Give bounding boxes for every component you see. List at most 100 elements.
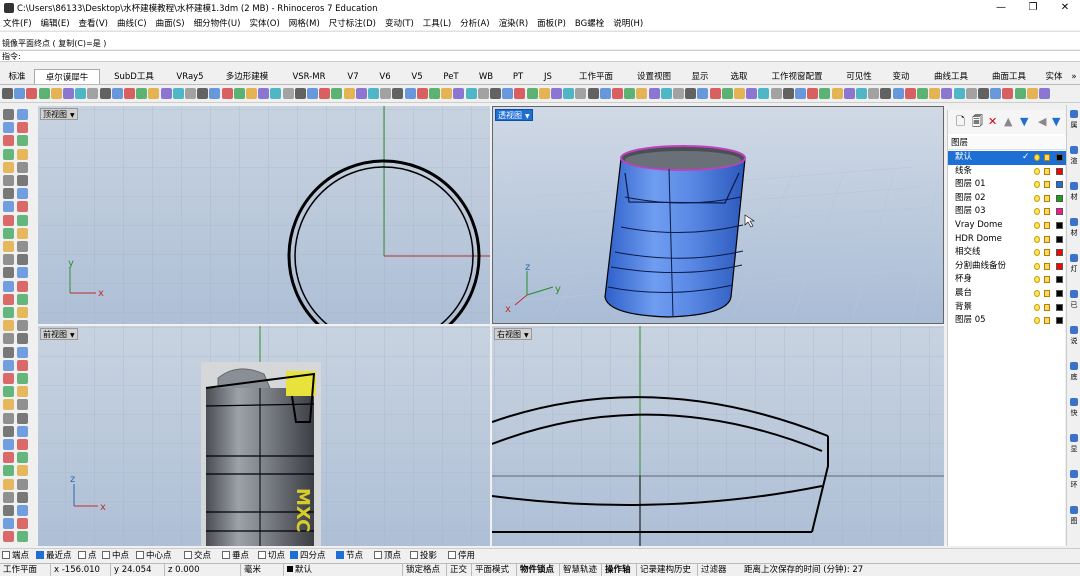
layer-row[interactable]: 晨台 [948,287,1066,301]
toolbar-command-icon[interactable] [331,88,343,99]
tab-v6[interactable]: V6 [372,69,398,84]
toolbar-command-icon[interactable] [892,88,904,99]
tool-icon[interactable] [17,531,28,543]
tool-icon[interactable] [3,531,14,543]
toolbar-command-icon[interactable] [490,88,501,99]
toolbar-command-icon[interactable] [355,88,367,99]
viewport-perspective[interactable]: z y x 透视图 ▼ [492,106,944,324]
toolbar-command-icon[interactable] [685,88,697,99]
toolbar-command-icon[interactable] [721,88,733,99]
status-cplane[interactable]: 工作平面 [3,564,37,576]
tool-icon[interactable] [17,293,28,305]
tool-icon[interactable] [17,135,28,147]
toolbar-command-icon[interactable] [124,88,135,99]
tool-icon[interactable] [3,109,14,120]
menu-solid[interactable]: 实体(O) [249,17,279,29]
toolbar-command-icon[interactable] [758,88,770,99]
panel-tab-icon[interactable] [1070,218,1078,226]
toolbar-command-icon[interactable] [563,88,575,99]
toolbar-command-icon[interactable] [209,88,221,99]
panel-tab-icon[interactable] [1070,506,1078,514]
tab-select[interactable]: 选取 [724,69,754,84]
toolbar-command-icon[interactable] [99,88,111,99]
osnap-checkbox[interactable] [36,551,44,559]
toolbar-command-icon[interactable] [233,88,245,99]
layer-visibility-icon[interactable] [1034,262,1040,270]
toolbar-command-icon[interactable] [990,88,1002,99]
osnap-option[interactable]: 切点 [258,551,285,562]
layer-row[interactable]: 图层 03 [948,205,1066,219]
panel-tab-icon[interactable] [1070,326,1078,334]
layer-row[interactable]: HDR Dome [948,233,1066,247]
toolbar-command-icon[interactable] [831,88,843,99]
tool-icon[interactable] [17,320,28,332]
layer-color-swatch[interactable] [1056,181,1063,189]
tool-icon[interactable] [3,333,14,345]
layer-lock-icon[interactable] [1044,235,1050,243]
delete-layer-icon[interactable]: ✕ [988,116,997,128]
layer-row[interactable]: 图层 02 [948,192,1066,206]
layer-lock-icon[interactable] [1044,194,1050,202]
layer-visibility-icon[interactable] [1034,290,1040,297]
panel-tab-icon[interactable] [1070,110,1078,118]
tool-icon[interactable] [3,148,14,160]
new-layer-icon[interactable]: 🗋 [956,116,965,128]
toolbar-command-icon[interactable] [416,88,428,99]
tab-vsr-mr[interactable]: VSR-MR [282,69,336,84]
tabs-more-icon[interactable]: » [1068,69,1080,84]
layer-lock-icon[interactable] [1044,262,1050,270]
tool-icon[interactable] [17,214,28,226]
tab-subd[interactable]: SubD工具 [104,69,164,84]
toolbar-command-icon[interactable] [87,88,99,99]
tab-display[interactable]: 显示 [686,69,714,84]
toolbar-command-icon[interactable] [1002,88,1014,99]
tool-icon[interactable] [3,439,14,450]
toolbar-command-icon[interactable] [477,88,489,99]
layer-visibility-icon[interactable] [1034,303,1040,311]
toolbar-command-icon[interactable] [709,88,721,99]
layer-visibility-icon[interactable] [1034,249,1040,257]
tool-icon[interactable] [3,359,14,371]
layer-row[interactable]: 相交线 [948,246,1066,260]
tool-icon[interactable] [3,491,14,503]
toolbar-command-icon[interactable] [111,88,123,99]
tool-icon[interactable] [17,109,28,120]
osnap-option[interactable]: 端点 [2,551,29,562]
menu-file[interactable]: 文件(F) [3,17,32,29]
tool-icon[interactable] [3,122,14,134]
toolbar-command-icon[interactable] [38,88,50,99]
menu-subd[interactable]: 细分物件(U) [194,17,241,29]
toolbar-command-icon[interactable] [636,88,648,99]
toolbar-command-icon[interactable] [807,88,819,99]
command-line[interactable]: 指令: [0,50,1080,62]
move-out-icon[interactable]: ◀ [1038,116,1046,128]
panel-tab-icon[interactable] [1070,146,1078,154]
tool-icon[interactable] [3,465,14,477]
layer-visibility-icon[interactable] [1034,194,1040,202]
tool-icon[interactable] [3,267,14,279]
osnap-checkbox[interactable] [78,551,86,559]
toolbar-command-icon[interactable] [343,88,355,99]
layer-color-swatch[interactable] [1056,208,1063,216]
toolbar-command-icon[interactable] [63,88,74,99]
tab-standard[interactable]: 标准 [2,69,32,84]
tab-curve-tools[interactable]: 曲线工具 [926,69,976,84]
osnap-option[interactable]: 交点 [184,551,211,562]
panel-tab-icon[interactable] [1070,398,1078,406]
tool-icon[interactable] [3,505,14,516]
tool-icon[interactable] [3,452,14,464]
toolbar-command-icon[interactable] [929,88,941,99]
close-button[interactable]: ✕ [1050,0,1080,15]
status-layer[interactable]: 默认 [283,564,312,576]
tool-icon[interactable] [3,307,14,318]
panel-tab-label[interactable]: 材 [1068,192,1080,202]
osnap-option[interactable]: 四分点 [290,551,326,562]
osnap-option[interactable]: 投影 [410,551,437,562]
tool-icon[interactable] [17,399,28,411]
toolbar-command-icon[interactable] [502,88,514,99]
toolbar-command-icon[interactable] [795,88,806,99]
status-smarttrack[interactable]: 智慧轨迹 [559,564,597,576]
layer-lock-icon[interactable] [1044,154,1050,161]
tab-v5[interactable]: V5 [404,69,430,84]
viewport-label-perspective[interactable]: 透视图 ▼ [495,109,533,121]
